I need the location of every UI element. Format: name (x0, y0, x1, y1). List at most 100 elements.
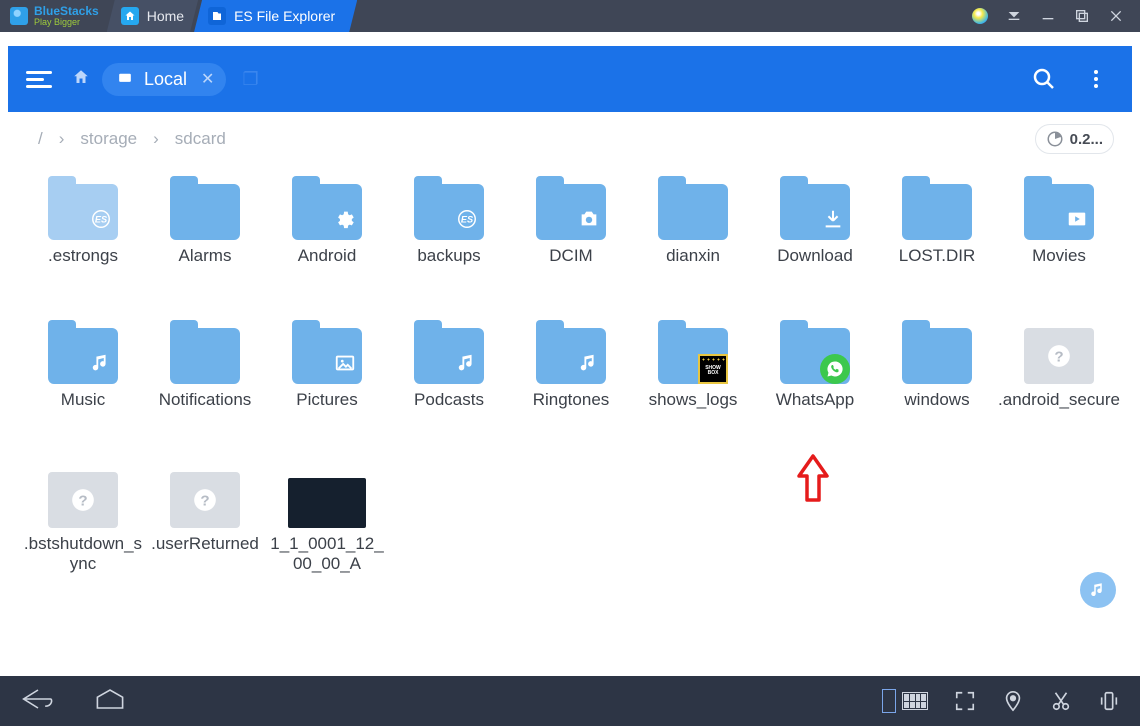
storage-analyzer-chip[interactable]: 0.2... (1035, 124, 1114, 154)
folder-icon (1024, 184, 1094, 240)
es-icon (208, 7, 226, 25)
bluestacks-logo: BlueStacks Play Bigger (0, 0, 107, 32)
item-icon: ? (1019, 308, 1099, 384)
chevron-right-icon: › (59, 129, 65, 149)
file-item[interactable]: Notifications (144, 308, 266, 432)
folder-icon (902, 184, 972, 240)
cut-button[interactable] (1050, 690, 1072, 712)
bluestacks-logo-icon (10, 7, 28, 25)
storage-value: 0.2... (1070, 131, 1103, 148)
folder-icon (292, 328, 362, 384)
download-icon (822, 208, 844, 235)
unknown-file-icon: ? (48, 472, 118, 528)
location-close-icon[interactable]: ✕ (201, 69, 214, 89)
shake-button[interactable] (1098, 690, 1120, 712)
item-icon: ES (43, 164, 123, 240)
item-label: 1_1_0001_12_00_00_A (266, 534, 388, 576)
file-item[interactable]: Android (266, 164, 388, 288)
windows-glyph: ❐ (242, 69, 258, 89)
file-item[interactable]: ? .bstshutdown_sync (22, 452, 144, 576)
location-button[interactable] (1002, 690, 1024, 712)
item-icon: ES (409, 164, 489, 240)
file-item[interactable]: 1_1_0001_12_00_00_A (266, 452, 388, 576)
menu-icon[interactable] (26, 71, 52, 88)
gear-icon (334, 208, 356, 235)
file-item[interactable]: ES .estrongs (22, 164, 144, 288)
location-pill[interactable]: Local ✕ (102, 63, 226, 96)
music-icon (456, 352, 478, 379)
file-item[interactable]: ? .android_secure (998, 308, 1120, 432)
image-icon (334, 352, 356, 379)
app-toolbar: Local ✕ ❐ (8, 46, 1132, 112)
item-icon (531, 164, 611, 240)
maximize-icon[interactable] (1074, 8, 1090, 24)
folder-icon (780, 184, 850, 240)
file-item[interactable]: Music (22, 308, 144, 432)
camera-icon (578, 208, 600, 235)
music-fab[interactable] (1080, 572, 1116, 608)
item-label: .bstshutdown_sync (22, 534, 144, 576)
pika-icon[interactable] (972, 8, 988, 24)
item-icon (165, 308, 245, 384)
file-item[interactable]: WhatsApp (754, 308, 876, 432)
folder-icon (902, 328, 972, 384)
file-item[interactable]: Podcasts (388, 308, 510, 432)
folder-icon (658, 184, 728, 240)
window-tabs: Home ES File Explorer (107, 0, 354, 32)
breadcrumb-home-icon[interactable] (72, 68, 90, 91)
windows-icon[interactable]: ❐ (242, 69, 262, 89)
close-icon[interactable] (1108, 8, 1124, 24)
system-navbar (0, 676, 1140, 726)
more-icon[interactable] (1084, 67, 1108, 91)
crumb-root[interactable]: / (38, 129, 43, 149)
item-icon (287, 308, 367, 384)
file-item[interactable]: Pictures (266, 308, 388, 432)
logo-subtitle: Play Bigger (34, 18, 99, 27)
dropdown-icon[interactable] (1006, 8, 1022, 24)
file-item[interactable]: windows (876, 308, 998, 432)
item-label: .android_secure (998, 390, 1120, 432)
item-icon (287, 452, 367, 528)
file-item[interactable]: ?.userReturned (144, 452, 266, 576)
item-label: Music (61, 390, 105, 432)
item-label: Android (298, 246, 357, 288)
minimize-icon[interactable] (1040, 8, 1056, 24)
search-icon[interactable] (1032, 67, 1056, 91)
folder-icon: ES (48, 184, 118, 240)
home-icon (121, 7, 139, 25)
file-item[interactable]: ESbackups (388, 164, 510, 288)
file-item[interactable]: SHOWBOXshows_logs (632, 308, 754, 432)
svg-text:ES: ES (95, 215, 108, 225)
file-item[interactable]: DCIM (510, 164, 632, 288)
tab-es-label: ES File Explorer (234, 8, 335, 24)
file-item[interactable]: Download (754, 164, 876, 288)
folder-icon (48, 328, 118, 384)
item-label: Notifications (159, 390, 252, 432)
crumb-sdcard[interactable]: sdcard (175, 129, 226, 149)
fullscreen-button[interactable] (954, 690, 976, 712)
back-button[interactable] (20, 686, 56, 717)
file-item[interactable]: dianxin (632, 164, 754, 288)
svg-text:?: ? (1054, 348, 1063, 365)
sdcard-icon (116, 72, 134, 86)
annotation-arrow-icon (793, 454, 833, 504)
item-label: dianxin (666, 246, 720, 288)
item-label: .estrongs (48, 246, 118, 288)
file-item[interactable]: Movies (998, 164, 1120, 288)
pie-icon (1046, 130, 1064, 148)
music-icon (578, 352, 600, 379)
titlebar-controls (972, 8, 1140, 24)
item-label: shows_logs (649, 390, 738, 432)
file-item[interactable]: LOST.DIR (876, 164, 998, 288)
file-item[interactable]: Alarms (144, 164, 266, 288)
tab-es-file-explorer[interactable]: ES File Explorer (194, 0, 357, 32)
crumb-storage[interactable]: storage (80, 129, 137, 149)
item-icon (897, 308, 977, 384)
tab-home[interactable]: Home (107, 0, 198, 32)
window-titlebar: BlueStacks Play Bigger Home ES File Expl… (0, 0, 1140, 32)
rotate-keyboard-button[interactable] (882, 689, 928, 713)
file-item[interactable]: Ringtones (510, 308, 632, 432)
home-button[interactable] (92, 686, 128, 717)
folder-icon (170, 328, 240, 384)
item-label: Download (777, 246, 853, 288)
